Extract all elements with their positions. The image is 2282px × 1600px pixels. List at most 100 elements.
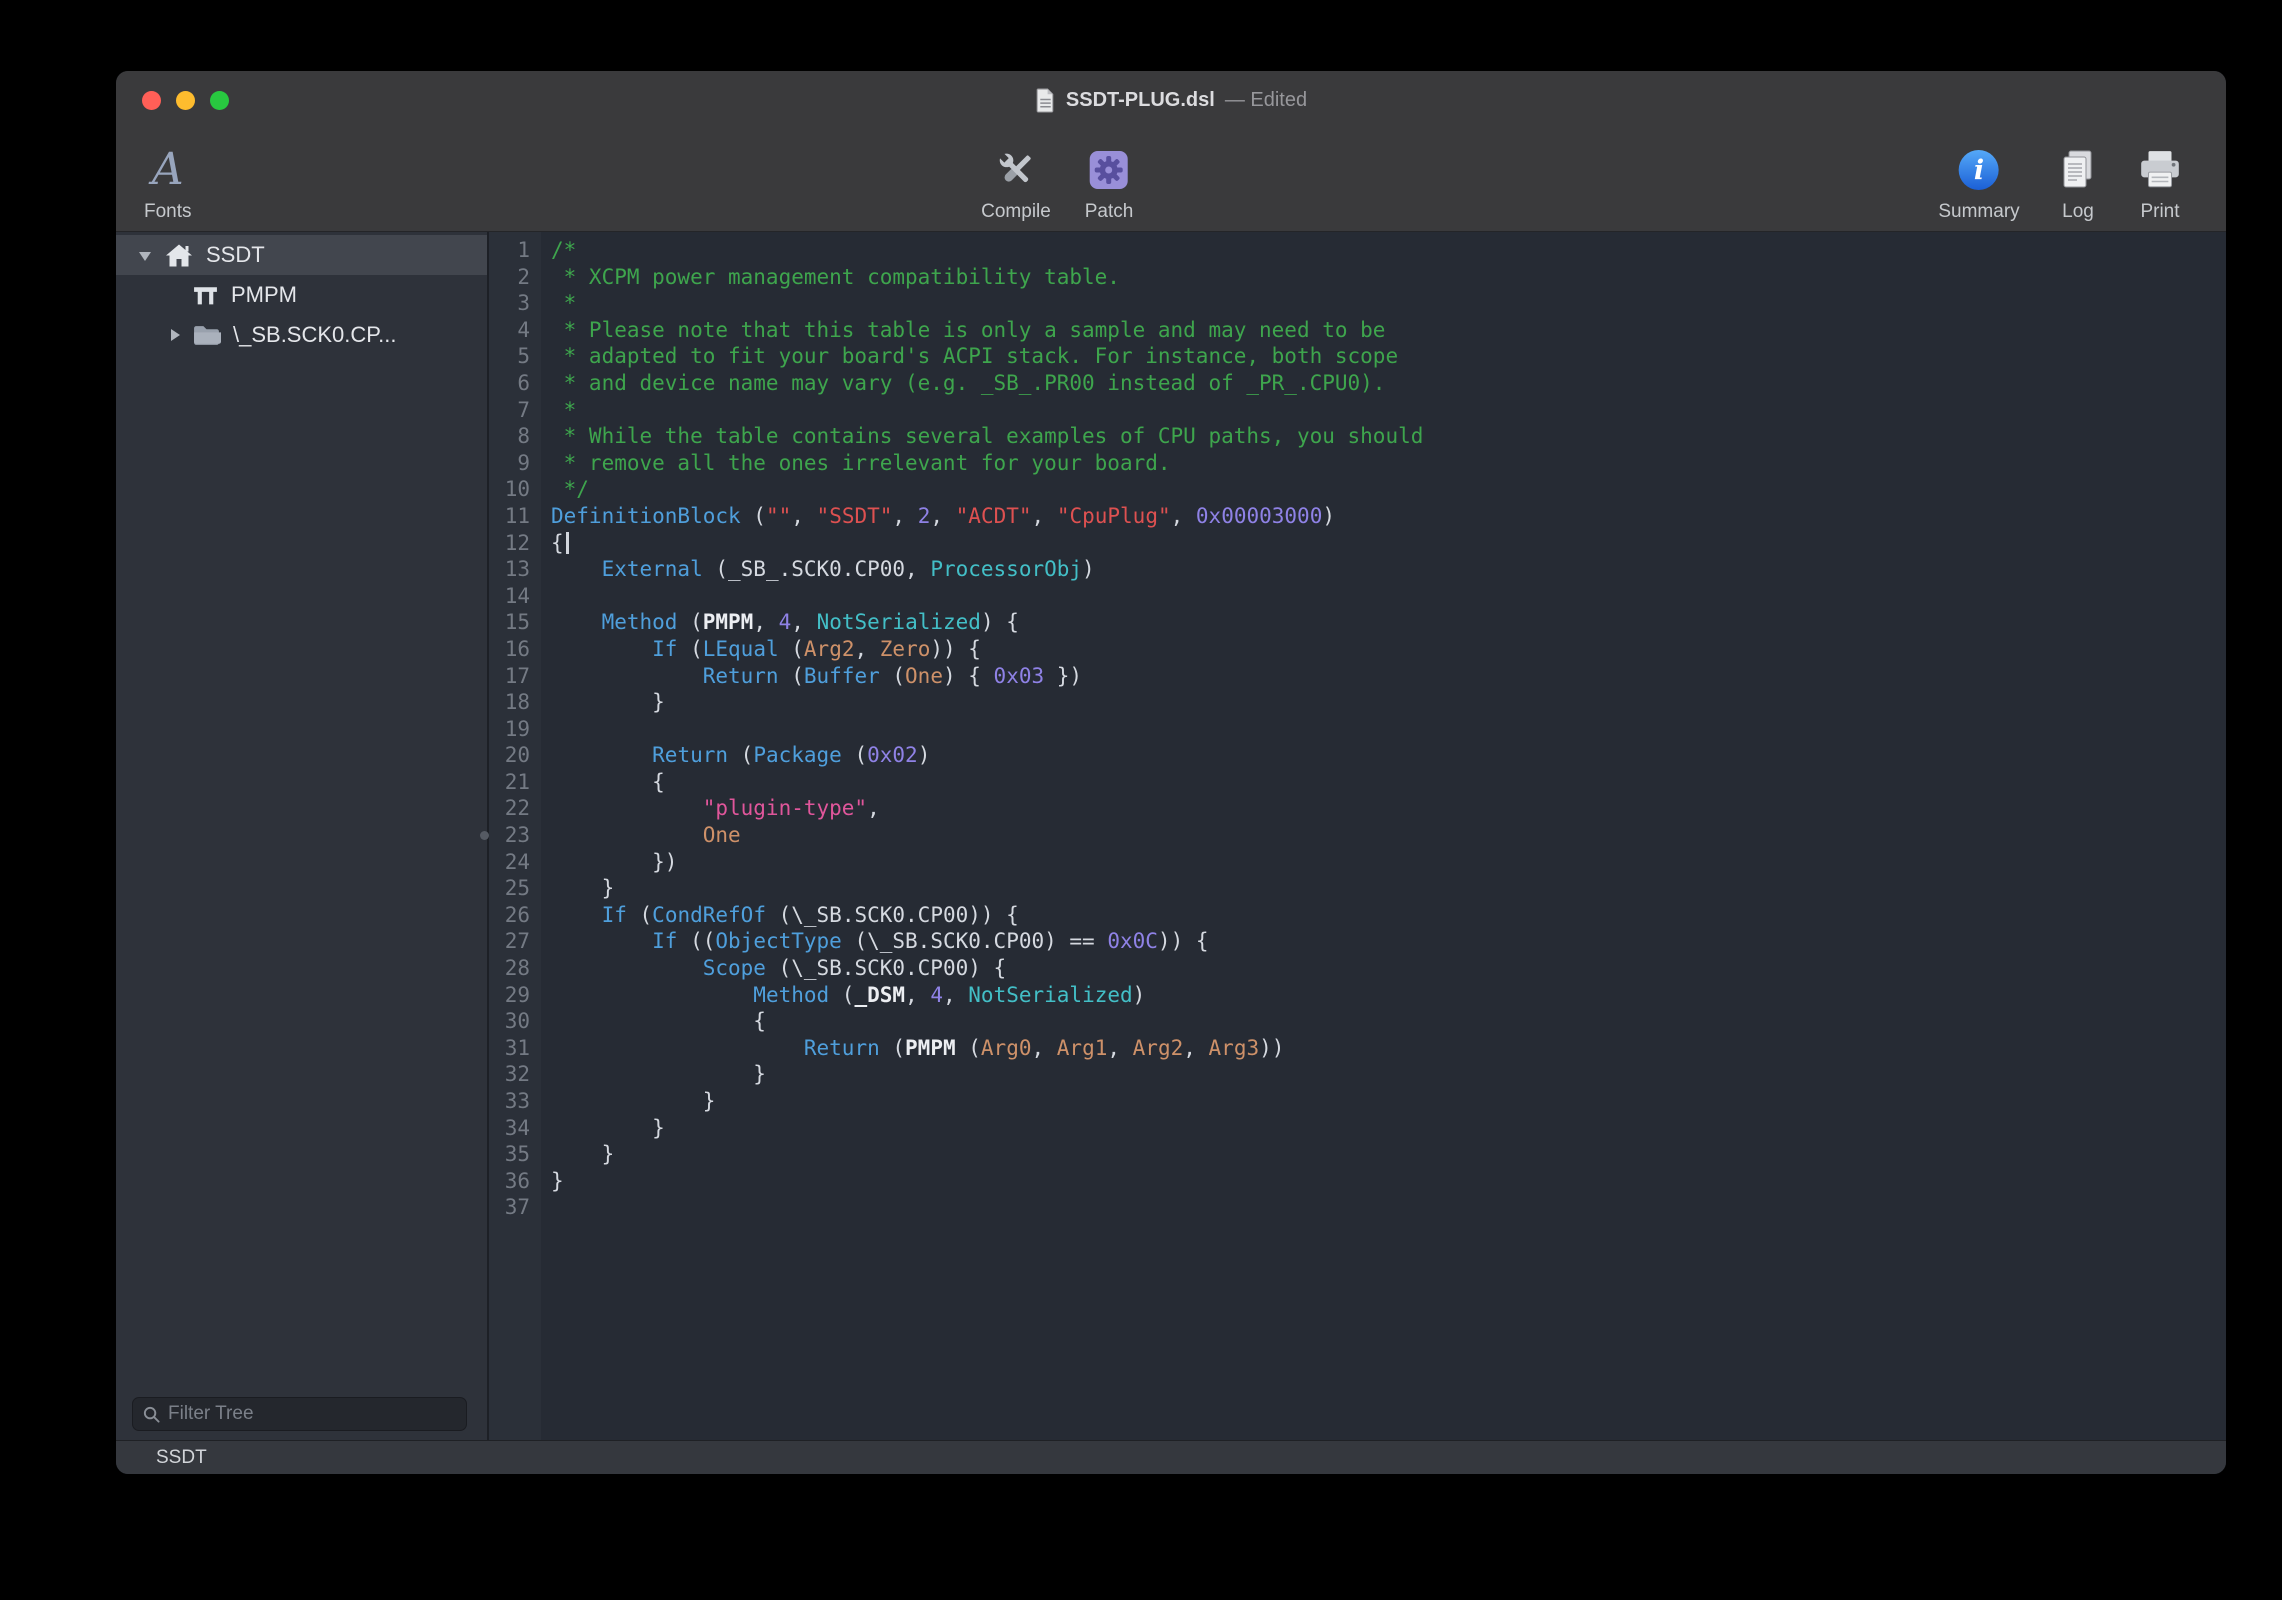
code-line[interactable]: 27 If ((ObjectType (\_SB.SCK0.CP00) == 0… xyxy=(489,928,2226,955)
text-cursor xyxy=(566,532,569,554)
code-line[interactable]: 10 */ xyxy=(489,476,2226,503)
zoom-button[interactable] xyxy=(210,91,229,110)
line-number: 23 xyxy=(489,822,530,849)
document-icon xyxy=(1035,88,1056,113)
tree-item-sb-sck0[interactable]: \_SB.SCK0.CP... xyxy=(116,315,487,355)
toolbar: A Fonts Compile xyxy=(116,129,2226,232)
code-line[interactable]: 2 * XCPM power management compatibility … xyxy=(489,264,2226,291)
summary-label: Summary xyxy=(1938,201,2019,223)
minimize-button[interactable] xyxy=(176,91,195,110)
line-number: 31 xyxy=(489,1035,530,1062)
line-number: 27 xyxy=(489,928,530,955)
compile-label: Compile xyxy=(981,201,1051,223)
code-line[interactable]: 17 Return (Buffer (One) { 0x03 }) xyxy=(489,663,2226,690)
code-line[interactable]: 3 * xyxy=(489,290,2226,317)
log-icon xyxy=(2058,144,2098,196)
method-icon xyxy=(192,284,219,307)
line-number: 28 xyxy=(489,955,530,982)
line-number: 1 xyxy=(489,237,530,264)
line-number: 26 xyxy=(489,902,530,929)
code-line[interactable]: 19 xyxy=(489,716,2226,743)
title-bar: SSDT-PLUG.dsl — Edited xyxy=(116,71,2226,129)
line-number: 2 xyxy=(489,264,530,291)
line-number: 10 xyxy=(489,476,530,503)
compile-icon xyxy=(993,144,1039,196)
code-line[interactable]: 16 If (LEqual (Arg2, Zero)) { xyxy=(489,636,2226,663)
line-number: 21 xyxy=(489,769,530,796)
line-number: 16 xyxy=(489,636,530,663)
code-line[interactable]: 37 xyxy=(489,1194,2226,1221)
code-line[interactable]: 4 * Please note that this table is only … xyxy=(489,317,2226,344)
code-line[interactable]: 13 External (_SB_.SCK0.CP00, ProcessorOb… xyxy=(489,556,2226,583)
code-line[interactable]: 12{ xyxy=(489,530,2226,557)
tree-item-ssdt[interactable]: SSDT xyxy=(116,235,487,275)
tree-item-pmpm[interactable]: PMPM xyxy=(116,275,487,315)
code-line[interactable]: 25 } xyxy=(489,875,2226,902)
code-line[interactable]: 1/* xyxy=(489,237,2226,264)
code-line[interactable]: 15 Method (PMPM, 4, NotSerialized) { xyxy=(489,609,2226,636)
status-path: SSDT xyxy=(156,1447,207,1469)
code-line[interactable]: 7 * xyxy=(489,397,2226,424)
print-label: Print xyxy=(2140,201,2179,223)
splitter-handle[interactable] xyxy=(480,831,489,840)
code-line[interactable]: 20 Return (Package (0x02) xyxy=(489,742,2226,769)
code-line[interactable]: 14 xyxy=(489,583,2226,610)
code-line[interactable]: 30 { xyxy=(489,1008,2226,1035)
code-line[interactable]: 24 }) xyxy=(489,849,2226,876)
code-line[interactable]: 9 * remove all the ones irrelevant for y… xyxy=(489,450,2226,477)
code-editor[interactable]: 1/*2 * XCPM power management compatibili… xyxy=(489,232,2226,1440)
log-button[interactable]: Log xyxy=(2058,144,2098,223)
app-window: SSDT-PLUG.dsl — Edited A Fonts xyxy=(116,71,2226,1474)
code-line[interactable]: 26 If (CondRefOf (\_SB.SCK0.CP00)) { xyxy=(489,902,2226,929)
code-line[interactable]: 8 * While the table contains several exa… xyxy=(489,423,2226,450)
close-button[interactable] xyxy=(142,91,161,110)
disclosure-open-icon[interactable] xyxy=(134,242,156,268)
code-line[interactable]: 34 } xyxy=(489,1115,2226,1142)
code-line[interactable]: 5 * adapted to fit your board's ACPI sta… xyxy=(489,343,2226,370)
line-number: 8 xyxy=(489,423,530,450)
line-number: 13 xyxy=(489,556,530,583)
code-line[interactable]: 6 * and device name may vary (e.g. _SB_.… xyxy=(489,370,2226,397)
summary-button[interactable]: i Summary xyxy=(1938,144,2019,223)
code-line[interactable]: 21 { xyxy=(489,769,2226,796)
code-line[interactable]: 31 Return (PMPM (Arg0, Arg1, Arg2, Arg3)… xyxy=(489,1035,2226,1062)
code-line[interactable]: 36} xyxy=(489,1168,2226,1195)
code-line[interactable]: 22 "plugin-type", xyxy=(489,795,2226,822)
fonts-label: Fonts xyxy=(144,201,192,223)
document-title: SSDT-PLUG.dsl xyxy=(1066,89,1215,112)
code-line[interactable]: 35 } xyxy=(489,1141,2226,1168)
patch-button[interactable]: Patch xyxy=(1085,144,1134,223)
compile-button[interactable]: Compile xyxy=(981,144,1051,223)
disclosure-closed-icon[interactable] xyxy=(164,322,186,348)
line-number: 36 xyxy=(489,1168,530,1195)
tree-item-label: SSDT xyxy=(206,242,265,268)
line-number: 37 xyxy=(489,1194,530,1221)
line-number: 14 xyxy=(489,583,530,610)
line-number: 17 xyxy=(489,663,530,690)
line-number: 12 xyxy=(489,530,530,557)
filter-tree-field[interactable] xyxy=(132,1397,467,1431)
print-button[interactable]: Print xyxy=(2137,144,2183,223)
fonts-icon: A xyxy=(152,148,184,192)
line-number: 3 xyxy=(489,290,530,317)
code-line[interactable]: 33 } xyxy=(489,1088,2226,1115)
code-line[interactable]: 28 Scope (\_SB.SCK0.CP00) { xyxy=(489,955,2226,982)
fonts-button[interactable]: A Fonts xyxy=(144,144,192,223)
code-line[interactable]: 18 } xyxy=(489,689,2226,716)
filter-tree-input[interactable] xyxy=(168,1403,457,1425)
line-number: 22 xyxy=(489,795,530,822)
code-line[interactable]: 11DefinitionBlock ("", "SSDT", 2, "ACDT"… xyxy=(489,503,2226,530)
print-icon xyxy=(2137,144,2183,196)
line-number: 20 xyxy=(489,742,530,769)
traffic-lights xyxy=(142,71,229,129)
line-number: 15 xyxy=(489,609,530,636)
line-number: 11 xyxy=(489,503,530,530)
line-number: 9 xyxy=(489,450,530,477)
line-number: 5 xyxy=(489,343,530,370)
code-line[interactable]: 29 Method (_DSM, 4, NotSerialized) xyxy=(489,982,2226,1009)
search-icon xyxy=(142,1405,161,1424)
code-line[interactable]: 23 One xyxy=(489,822,2226,849)
code-line[interactable]: 32 } xyxy=(489,1061,2226,1088)
edited-indicator: — Edited xyxy=(1225,89,1307,112)
line-number: 25 xyxy=(489,875,530,902)
